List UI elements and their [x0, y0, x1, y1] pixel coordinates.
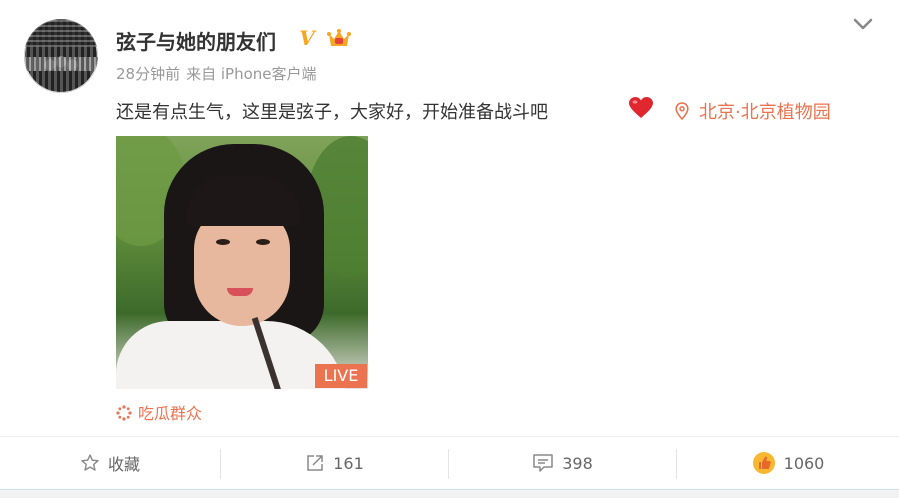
post-text: 还是有点生气，这里是弦子，大家好，开始准备战斗吧 [116, 102, 548, 123]
repost-button[interactable]: 161 [221, 437, 448, 489]
avatar-ceiling-pattern [24, 19, 98, 47]
avatar-floor-pattern [24, 57, 98, 71]
photo-eye [256, 239, 270, 245]
share-icon [307, 455, 323, 471]
avatar[interactable] [24, 19, 98, 93]
photo-bangs [186, 176, 301, 226]
comment-icon [533, 454, 553, 472]
location-pin-icon [675, 102, 689, 120]
post-source[interactable]: 来自 iPhone客户端 [186, 65, 316, 83]
weibo-post-card: 弦子与她的朋友们 V 28分钟前 来自 iPhone客户端 还是有点生气，这里是弦… [0, 0, 899, 498]
live-badge: LIVE [315, 364, 367, 388]
photo-mouth [227, 288, 253, 296]
crown-icon[interactable] [326, 27, 352, 49]
comment-button[interactable]: 398 [449, 437, 676, 489]
post-meta: 28分钟前 来自 iPhone客户端 [116, 63, 323, 84]
like-button[interactable]: 1060 [677, 437, 899, 489]
location-label: 北京·北京植物园 [699, 102, 831, 123]
star-icon [81, 454, 99, 471]
favorite-button[interactable]: 收藏 [0, 437, 220, 489]
photo-eye [216, 239, 230, 245]
topic-link[interactable]: 吃瓜群众 [116, 400, 202, 424]
chevron-down-icon[interactable] [852, 16, 874, 32]
verified-v-icon[interactable]: V [296, 27, 318, 49]
favorite-label: 收藏 [107, 455, 140, 474]
spark-icon [116, 405, 132, 421]
topic-label: 吃瓜群众 [138, 404, 203, 423]
like-count: 1060 [783, 453, 825, 473]
comment-count: 398 [562, 453, 593, 473]
repost-count: 161 [333, 453, 364, 473]
post-time[interactable]: 28分钟前 [116, 65, 180, 83]
location-link[interactable]: 北京·北京植物园 [675, 98, 831, 124]
username-link[interactable]: 弦子与她的朋友们 [116, 26, 276, 55]
thumbs-up-icon [752, 452, 775, 474]
live-photo[interactable] [116, 136, 368, 389]
red-heart-icon [629, 97, 653, 118]
action-bar: 收藏 161 398 1060 [0, 437, 899, 489]
